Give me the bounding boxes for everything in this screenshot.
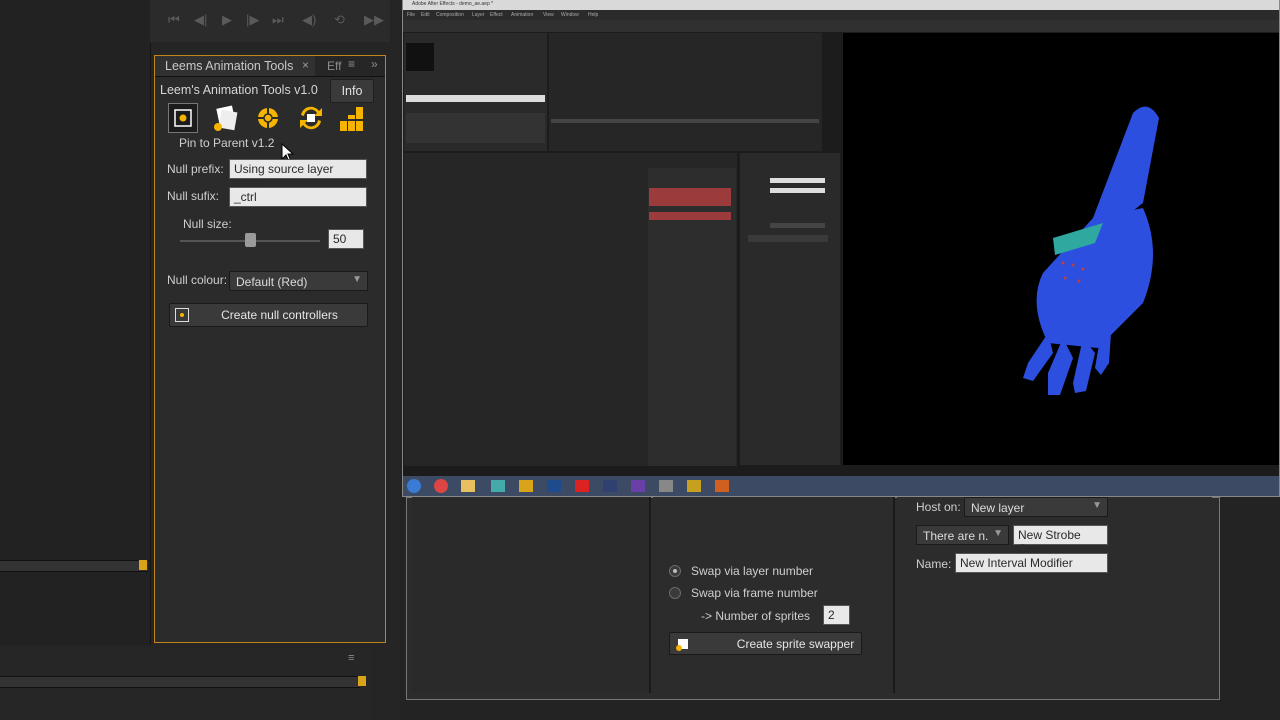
- inner-layer-bar: [649, 188, 731, 206]
- transport-controls: ⏮ ◀| ▶ |▶ ⏭ ◀) ⟲ ▶▶: [150, 0, 390, 42]
- null-size-slider-thumb[interactable]: [244, 233, 256, 247]
- swap-frame-radio[interactable]: [669, 587, 681, 599]
- chevron-down-icon: ▼: [1092, 500, 1102, 511]
- next-frame-icon[interactable]: |▶: [246, 12, 259, 28]
- inner-composition-viewer: [843, 33, 1279, 465]
- null-size-label: Null size:: [183, 217, 232, 231]
- tool-title: Leem's Animation Tools v1.0: [160, 83, 318, 97]
- inner-menu-help[interactable]: Help: [588, 12, 598, 18]
- left-scrollbar[interactable]: [0, 560, 148, 572]
- host-on-dropdown[interactable]: New layer ▼: [964, 497, 1108, 517]
- left-sidebar-panel: [0, 0, 151, 645]
- chevron-down-icon: ▼: [352, 274, 362, 285]
- inner-menu-view[interactable]: View: [543, 12, 554, 18]
- null-colour-label: Null colour:: [167, 273, 228, 287]
- null-suffix-input[interactable]: _ctrl: [229, 187, 367, 207]
- inner-menu-animation[interactable]: Animation: [511, 12, 533, 18]
- panel-menu-icon[interactable]: ≡: [348, 57, 355, 71]
- hand-3d-model: [1023, 106, 1159, 395]
- null-colour-dropdown[interactable]: Default (Red) ▼: [229, 271, 368, 291]
- bottom-scrollbar[interactable]: [0, 676, 360, 688]
- swap-icon[interactable]: [295, 103, 325, 133]
- tab-effects[interactable]: Eff: [327, 59, 341, 73]
- audio-icon[interactable]: ◀): [302, 12, 316, 28]
- tools-column-1: [412, 497, 651, 693]
- first-frame-icon[interactable]: ⏮: [168, 12, 180, 28]
- pin-to-parent-icon[interactable]: [168, 103, 198, 133]
- inner-menu-edit[interactable]: Edit: [421, 12, 430, 18]
- stack-icon[interactable]: [210, 103, 240, 133]
- name-label: Name:: [916, 557, 952, 571]
- inner-toolbar: [403, 20, 1279, 32]
- play-icon[interactable]: ▶: [222, 12, 232, 28]
- tab-label: Leems Animation Tools: [165, 59, 294, 73]
- inner-title: Adobe After Effects - demo_ae.aep *: [412, 1, 494, 7]
- swap-layer-label: Swap via layer number: [691, 564, 814, 578]
- chevron-right-icon[interactable]: »: [371, 57, 378, 71]
- host-on-value: New layer: [971, 501, 1025, 515]
- swap-frame-label: Swap via frame number: [691, 586, 818, 600]
- null-prefix-input[interactable]: Using source layer name: [229, 159, 367, 190]
- close-icon[interactable]: ×: [302, 58, 309, 72]
- inner-titlebar: [403, 0, 1279, 10]
- host-on-label: Host on:: [916, 500, 961, 514]
- inner-menubar: [403, 10, 1279, 20]
- inner-project-panel: [404, 33, 547, 151]
- inner-leems-tool-panel: [740, 153, 840, 465]
- sprites-count-input[interactable]: 2: [823, 605, 850, 625]
- inner-menu-effect[interactable]: Effect: [490, 12, 503, 18]
- inner-menu-composition[interactable]: Composition: [436, 12, 464, 18]
- inner-layer-bar: [649, 212, 731, 220]
- bars-icon[interactable]: [337, 103, 367, 133]
- null-suffix-label: Null sufix:: [167, 189, 220, 203]
- create-null-controllers-button[interactable]: Create null controllers: [169, 303, 368, 327]
- create-sprite-swapper-button[interactable]: Create sprite swapper: [669, 632, 862, 655]
- info-button[interactable]: Info: [330, 79, 374, 103]
- sprites-count-label: -> Number of sprites: [701, 609, 811, 623]
- inner-footage-panel: [549, 33, 822, 151]
- inner-menu-layer[interactable]: Layer: [472, 12, 485, 18]
- pin-small-icon: [175, 308, 189, 322]
- sprite-swap-icon: [676, 637, 690, 651]
- interval-name-input[interactable]: New Interval Modifier: [955, 553, 1108, 573]
- null-colour-value: Default (Red): [236, 275, 308, 289]
- left-scroll-knob[interactable]: [139, 560, 147, 570]
- null-prefix-label: Null prefix:: [167, 162, 224, 176]
- last-frame-icon[interactable]: ⏭: [272, 12, 284, 28]
- pin-to-parent-title: Pin to Parent v1.2: [179, 136, 275, 150]
- create-null-label: Create null controllers: [221, 308, 338, 322]
- inner-menu-window[interactable]: Window: [561, 12, 579, 18]
- bottom-scroll-knob[interactable]: [358, 676, 366, 686]
- create-sprite-label: Create sprite swapper: [736, 636, 855, 651]
- chevron-down-icon: ▼: [993, 528, 1003, 539]
- ram-preview-icon[interactable]: ▶▶: [364, 12, 384, 28]
- null-size-input[interactable]: 50: [328, 229, 364, 249]
- swap-layer-radio[interactable]: [669, 565, 681, 577]
- prev-frame-icon[interactable]: ◀|: [194, 12, 207, 28]
- inner-windows-taskbar: [403, 476, 1279, 496]
- strobe-mode-value: There are n.: [923, 529, 989, 543]
- strobe-controller-input[interactable]: New Strobe Cont: [1013, 525, 1108, 556]
- strobe-mode-dropdown[interactable]: There are n. ▼: [916, 525, 1009, 545]
- panel-menu-icon[interactable]: ≡: [348, 652, 354, 664]
- target-icon[interactable]: [252, 103, 282, 133]
- inner-menu-file[interactable]: File: [407, 12, 415, 18]
- loop-icon[interactable]: ⟲: [334, 12, 345, 28]
